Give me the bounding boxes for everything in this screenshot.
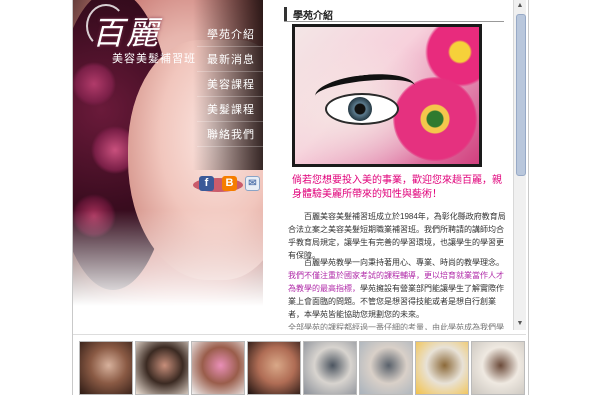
hero-fade [73, 210, 263, 330]
gallery-photo-7[interactable] [415, 341, 469, 395]
logo[interactable]: 百麗 [92, 8, 160, 54]
paragraph-text: 百麗學苑教學一向秉持著用心、專業、時尚的教學理念。 [304, 258, 504, 267]
main-nav: 學苑介紹 最新消息 美容課程 美髮課程 聯絡我們 [197, 24, 263, 149]
scroll-thumb[interactable] [516, 14, 526, 176]
nav-item-news[interactable]: 最新消息 [197, 49, 263, 72]
gallery-photo-4[interactable] [247, 341, 301, 395]
school-name: 美容美髮補習班 [112, 53, 196, 65]
tagline: 倘若您想要投入美的事業，歡迎您來趟百麗，親身體驗美麗所帶來的知性與藝術！ [292, 175, 502, 200]
scroll-down-icon[interactable]: ▼ [514, 318, 526, 330]
featured-photo [292, 24, 482, 167]
gallery-photo-6[interactable] [359, 341, 413, 395]
truncated-text: 全部學苑的課程都經過一番仔細的考量，由此學苑成為我們學生的學習與生活基地 [288, 323, 504, 330]
philosophy-paragraph: 百麗學苑教學一向秉持著用心、專業、時尚的教學理念。我們不僅注重於國家考試的課程輔… [288, 256, 508, 321]
facebook-icon[interactable]: f [199, 176, 214, 191]
nav-item-about[interactable]: 學苑介紹 [197, 24, 263, 47]
gallery-photo-5[interactable] [303, 341, 357, 395]
gallery-photo-3[interactable] [191, 341, 245, 395]
nav-item-hair-courses[interactable]: 美髮課程 [197, 99, 263, 122]
nav-item-beauty-courses[interactable]: 美容課程 [197, 74, 263, 97]
title-divider [284, 21, 504, 22]
main-content: 學苑介紹 倘若您想要投入美的事業，歡迎您來趟百麗，親身體驗美麗所帶來的知性與藝術… [268, 0, 511, 330]
content-scrollbar[interactable]: ▲ ▼ [513, 0, 526, 330]
scroll-up-icon[interactable]: ▲ [514, 0, 526, 12]
intro-paragraph: 百麗美容美髮補習班成立於1984年，為彰化縣政府教育局合法立案之美容美髮短期職業… [288, 212, 506, 260]
photo-gallery [73, 334, 526, 396]
mail-icon[interactable]: ✉ [245, 176, 260, 191]
section-title: 學苑介紹 [284, 7, 511, 22]
gallery-photo-8[interactable] [471, 341, 525, 395]
nav-item-contact[interactable]: 聯絡我們 [197, 124, 263, 147]
iris-image [348, 97, 372, 121]
gallery-photo-1[interactable] [79, 341, 133, 395]
gallery-photo-2[interactable] [135, 341, 189, 395]
blogger-icon[interactable]: B [222, 176, 237, 191]
social-links: f B ✉ [199, 176, 260, 191]
